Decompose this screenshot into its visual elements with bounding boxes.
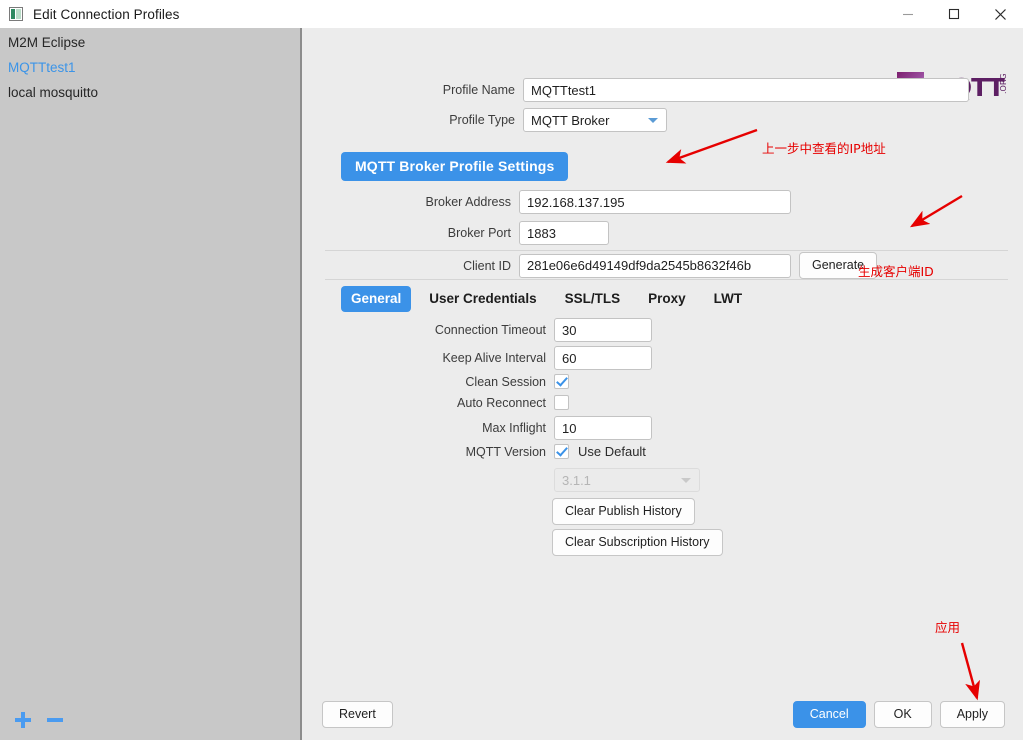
connection-timeout-row: Connection Timeout 30 xyxy=(304,318,652,342)
window-title: Edit Connection Profiles xyxy=(33,6,180,22)
auto-reconnect-row: Auto Reconnect xyxy=(304,395,569,410)
annotation-ip-address: 上一步中查看的IP地址 xyxy=(762,141,886,156)
profile-list: M2M Eclipse MQTTtest1 local mosquitto xyxy=(0,28,300,105)
clean-session-label: Clean Session xyxy=(465,374,546,389)
use-default-checkbox[interactable] xyxy=(554,444,569,459)
tab-user-credentials[interactable]: User Credentials xyxy=(419,286,546,312)
window-titlebar: Edit Connection Profiles xyxy=(0,0,1023,28)
auto-reconnect-checkbox[interactable] xyxy=(554,395,569,410)
use-default-label: Use Default xyxy=(578,444,646,459)
settings-tabs: General User Credentials SSL/TLS Proxy L… xyxy=(341,286,760,312)
ok-button[interactable]: OK xyxy=(873,701,932,728)
revert-button[interactable]: Revert xyxy=(322,701,393,728)
svg-text:.ORG: .ORG xyxy=(999,73,1007,94)
tab-lwt[interactable]: LWT xyxy=(704,286,753,312)
broker-port-label: Broker Port xyxy=(447,226,511,240)
mqtt-version-value: 3.1.1 xyxy=(562,472,591,488)
client-id-row: Client ID 281e06e6d49149df9da2545b8632f4… xyxy=(304,252,878,279)
footer-right: Cancel OK Apply xyxy=(792,701,1005,728)
clear-publish-history-button[interactable]: Clear Publish History xyxy=(552,498,695,525)
footer-left: Revert xyxy=(322,701,393,728)
profile-name-row: Profile Name MQTTtest1 xyxy=(304,78,969,102)
annotation-apply: 应用 xyxy=(935,620,961,635)
section-header-mqtt-broker-settings: MQTT Broker Profile Settings xyxy=(341,152,569,181)
plus-icon xyxy=(15,712,31,728)
profile-list-item-mqtttest1[interactable]: MQTTtest1 xyxy=(0,55,300,80)
profiles-sidebar: M2M Eclipse MQTTtest1 local mosquitto xyxy=(0,28,302,740)
minimize-icon[interactable] xyxy=(885,0,931,28)
mqtt-version-select[interactable]: 3.1.1 xyxy=(554,468,700,492)
minus-icon xyxy=(47,718,63,722)
close-icon[interactable] xyxy=(977,0,1023,28)
maximize-icon[interactable] xyxy=(931,0,977,28)
window-controls xyxy=(885,0,1023,28)
connection-timeout-label: Connection Timeout xyxy=(434,323,546,337)
profile-editor-panel: MQTT .ORG Profile Name MQTTtest1 Profile… xyxy=(304,28,1023,740)
mqtt-version-label: MQTT Version xyxy=(465,444,546,459)
keep-alive-interval-input[interactable]: 60 xyxy=(554,346,652,370)
client-id-label: Client ID xyxy=(463,258,511,273)
profile-name-input[interactable]: MQTTtest1 xyxy=(523,78,969,102)
mqtt-version-select-row: 3.1.1 xyxy=(304,468,700,492)
profile-list-item-local-mosquitto[interactable]: local mosquitto xyxy=(0,80,300,105)
section-divider-top xyxy=(325,250,1008,251)
keep-alive-interval-label: Keep Alive Interval xyxy=(442,351,546,365)
profile-type-row: Profile Type MQTT Broker xyxy=(304,108,667,132)
client-id-input[interactable]: 281e06e6d49149df9da2545b8632f46b xyxy=(519,253,791,278)
broker-address-label: Broker Address xyxy=(425,195,511,209)
sidebar-footer xyxy=(0,700,300,740)
max-inflight-input[interactable]: 10 xyxy=(554,416,652,440)
clean-session-checkbox[interactable] xyxy=(554,374,569,389)
profile-type-select[interactable]: MQTT Broker xyxy=(523,108,667,132)
clear-subscription-history-button[interactable]: Clear Subscription History xyxy=(552,529,723,556)
tab-ssl-tls[interactable]: SSL/TLS xyxy=(555,286,631,312)
tab-general[interactable]: General xyxy=(341,286,412,312)
annotation-generate-client-id: 生成客户端ID xyxy=(858,264,934,279)
keep-alive-row: Keep Alive Interval 60 xyxy=(304,346,652,370)
broker-address-row: Broker Address 192.168.137.195 xyxy=(304,190,791,214)
max-inflight-row: Max Inflight 10 xyxy=(304,416,652,440)
auto-reconnect-label: Auto Reconnect xyxy=(457,395,546,410)
tab-proxy[interactable]: Proxy xyxy=(638,286,696,312)
broker-address-input[interactable]: 192.168.137.195 xyxy=(519,190,791,214)
profile-type-label: Profile Type xyxy=(449,113,515,127)
profile-list-item-m2m-eclipse[interactable]: M2M Eclipse xyxy=(0,30,300,55)
app-icon xyxy=(9,7,23,21)
broker-port-input[interactable]: 1883 xyxy=(519,221,609,245)
profile-type-value: MQTT Broker xyxy=(531,112,610,128)
chevron-down-icon-version xyxy=(681,478,691,483)
add-profile-button[interactable] xyxy=(10,707,36,733)
cancel-button[interactable]: Cancel xyxy=(792,701,866,728)
remove-profile-button[interactable] xyxy=(42,707,68,733)
apply-button[interactable]: Apply xyxy=(939,701,1005,728)
clean-session-row: Clean Session xyxy=(304,374,569,389)
connection-timeout-input[interactable]: 30 xyxy=(554,318,652,342)
broker-port-row: Broker Port 1883 xyxy=(304,221,609,245)
mqtt-version-row: MQTT Version Use Default xyxy=(304,444,646,459)
profile-name-label: Profile Name xyxy=(442,83,515,97)
max-inflight-label: Max Inflight xyxy=(482,421,546,435)
chevron-down-icon xyxy=(648,118,658,123)
